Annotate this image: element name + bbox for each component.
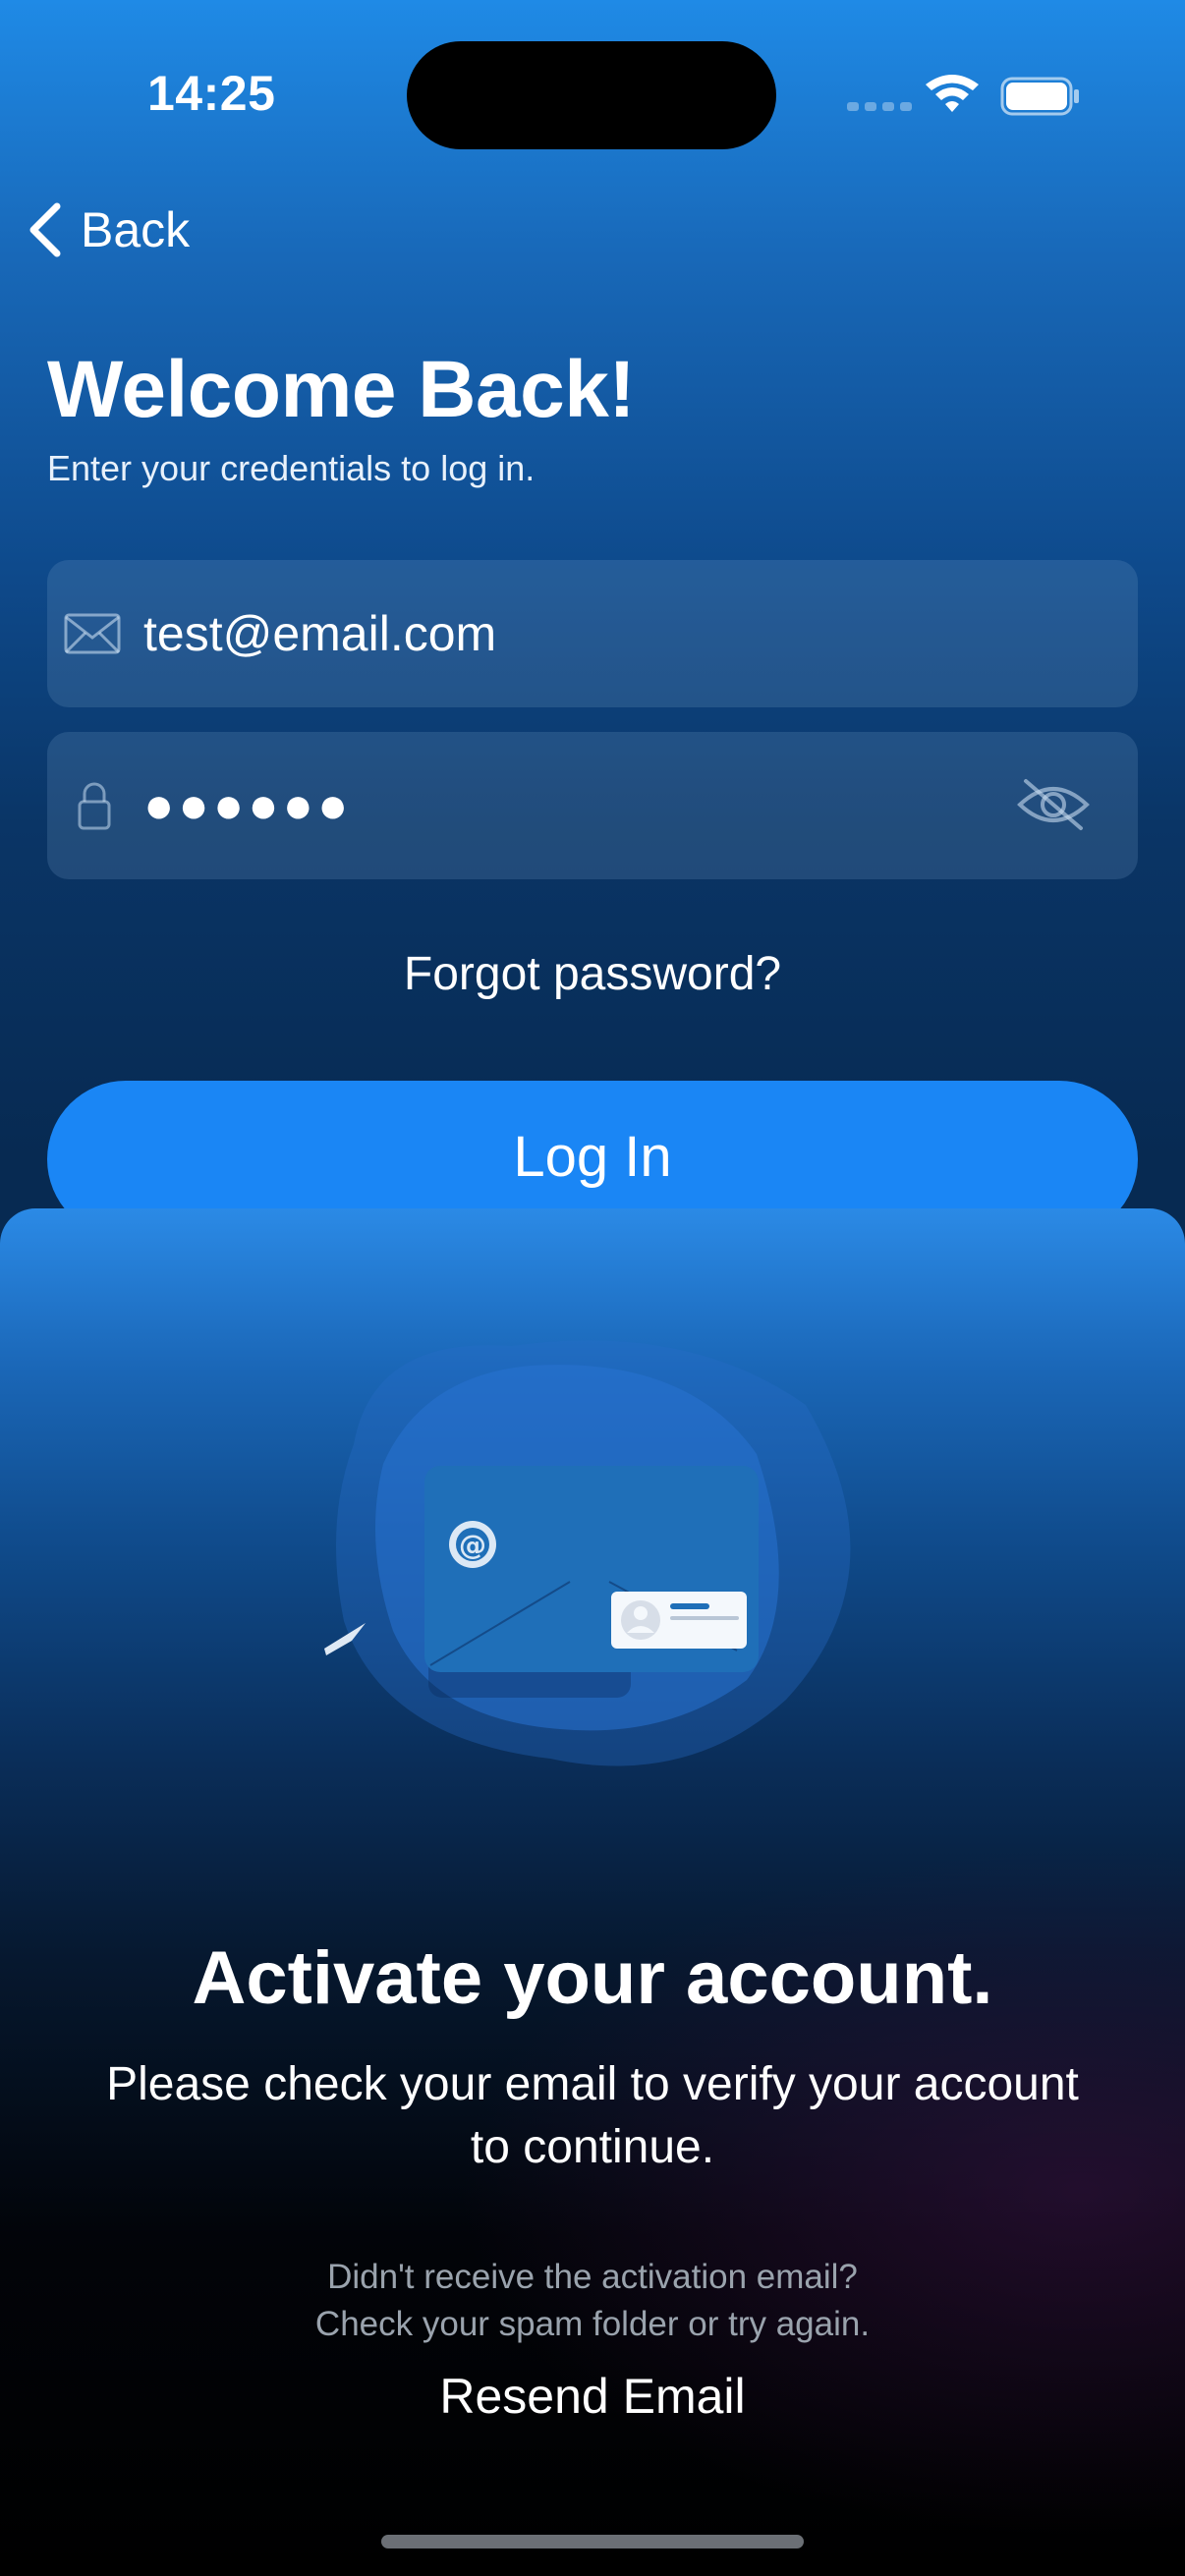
sheet-title: Activate your account. xyxy=(192,1936,993,2020)
lock-icon xyxy=(75,774,114,837)
wifi-icon xyxy=(926,75,979,112)
envelope-icon xyxy=(61,602,124,665)
chevron-left-icon xyxy=(29,202,61,257)
back-label: Back xyxy=(81,202,191,257)
status-time: 14:25 xyxy=(147,66,276,121)
back-button[interactable]: Back xyxy=(24,195,190,265)
password-field[interactable]: ●●●●●● xyxy=(47,732,1138,879)
resend-hint: Didn't receive the activation email? Che… xyxy=(0,2254,1185,2348)
eye-slash-icon[interactable] xyxy=(1016,775,1091,834)
resend-hint-line-2: Check your spam folder or try again. xyxy=(314,2305,871,2343)
page-title: Welcome Back! xyxy=(47,345,636,434)
cellular-signal-icon xyxy=(847,102,912,111)
dynamic-island xyxy=(407,41,776,149)
login-screen: 14:25 Back Welcome Back! Enter your cred… xyxy=(0,0,1185,2576)
email-value: test@email.com xyxy=(143,606,497,661)
email-field[interactable]: test@email.com xyxy=(47,560,1138,707)
battery-icon xyxy=(1000,77,1079,116)
sheet-body: Please check your email to verify your a… xyxy=(59,2053,1126,2179)
home-indicator xyxy=(381,2535,804,2548)
resend-hint-line-1: Didn't receive the activation email? xyxy=(327,2258,858,2296)
password-value: ●●●●●● xyxy=(143,777,353,834)
activation-sheet: @ Activate your account. Please check yo… xyxy=(0,1208,1185,2576)
sheet-body-line-2: to continue. xyxy=(470,2121,715,2173)
page-subtitle: Enter your credentials to log in. xyxy=(47,448,536,488)
resend-email-button[interactable]: Resend Email xyxy=(0,2368,1185,2425)
svg-text:@: @ xyxy=(459,1529,486,1561)
email-envelope-illustration: @ xyxy=(324,1340,851,1766)
sheet-body-line-1: Please check your email to verify your a… xyxy=(106,2058,1079,2110)
forgot-password-link[interactable]: Forgot password? xyxy=(0,947,1185,1001)
